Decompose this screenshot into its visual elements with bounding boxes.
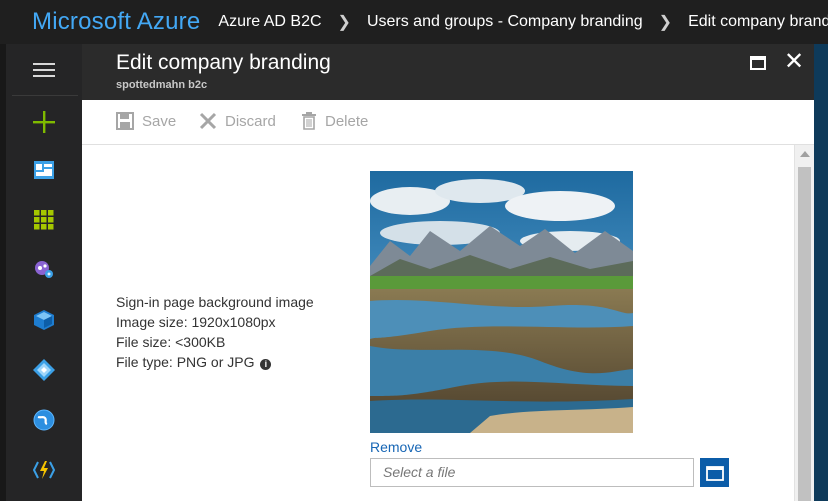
cube-icon[interactable] <box>6 300 82 340</box>
info-file-type-row: File type: PNG or JPG i <box>116 352 314 372</box>
create-icon[interactable] <box>6 102 82 142</box>
save-button[interactable]: Save <box>116 112 176 130</box>
nav-divider <box>12 95 78 96</box>
chevron-right-icon: ❯ <box>337 14 351 31</box>
vertical-scrollbar[interactable] <box>794 145 814 501</box>
scrollbar-thumb[interactable] <box>798 167 811 501</box>
save-icon <box>116 112 134 130</box>
menu-icon[interactable] <box>6 50 82 90</box>
breadcrumb-item[interactable]: Azure AD B2C <box>218 13 321 31</box>
brand-title[interactable]: Microsoft Azure <box>0 8 218 36</box>
maximize-icon[interactable] <box>750 56 766 70</box>
delete-button[interactable]: Delete <box>301 112 368 130</box>
resource-groups-icon[interactable] <box>6 250 82 290</box>
discard-label: Discard <box>225 112 276 130</box>
info-icon[interactable]: i <box>260 359 272 370</box>
diamond-icon[interactable] <box>6 350 82 390</box>
discard-button[interactable]: Discard <box>199 112 276 130</box>
folder-icon <box>705 465 724 481</box>
info-title: Sign-in page background image <box>116 294 314 310</box>
save-label: Save <box>142 112 177 130</box>
info-file-size: File size: <300KB <box>116 334 226 350</box>
discard-icon <box>199 112 217 130</box>
close-icon[interactable]: ✕ <box>784 50 804 74</box>
blade-title: Edit company branding <box>116 51 331 74</box>
file-select-input[interactable]: Select a file <box>370 458 694 487</box>
scroll-up-arrow-icon[interactable] <box>800 151 810 157</box>
globe-icon[interactable] <box>6 400 82 440</box>
blade-subtitle: spottedmahn b2c <box>116 79 208 91</box>
blade-header: Edit company branding spottedmahn b2c ✕ <box>82 44 814 100</box>
delete-label: Delete <box>325 112 369 130</box>
blade-toolbar: Save Discard Delete <box>82 100 814 145</box>
edit-branding-blade: Edit company branding spottedmahn b2c ✕ … <box>82 44 814 501</box>
blade-content: Sign-in page background image Image size… <box>82 145 794 501</box>
remove-image-link[interactable]: Remove <box>370 439 422 455</box>
info-image-size: Image size: 1920x1080px <box>116 314 276 330</box>
chevron-right-icon: ❯ <box>658 14 673 31</box>
breadcrumb-item[interactable]: Edit company branding <box>688 13 828 31</box>
info-file-type: File type: PNG or JPG <box>116 354 255 370</box>
top-bar: Microsoft Azure Azure AD B2C ❯ Users and… <box>0 0 828 44</box>
all-services-icon[interactable] <box>6 200 82 240</box>
background-image-preview <box>370 171 633 433</box>
background-edge <box>814 44 828 501</box>
dashboard-icon[interactable] <box>6 150 82 190</box>
browse-folder-button[interactable] <box>700 458 729 487</box>
left-nav <box>0 44 82 501</box>
trash-icon <box>302 112 316 130</box>
function-icon[interactable] <box>6 450 82 490</box>
breadcrumb-item[interactable]: Users and groups - Company branding <box>367 13 643 31</box>
background-image-info: Sign-in page background image Image size… <box>116 292 314 372</box>
